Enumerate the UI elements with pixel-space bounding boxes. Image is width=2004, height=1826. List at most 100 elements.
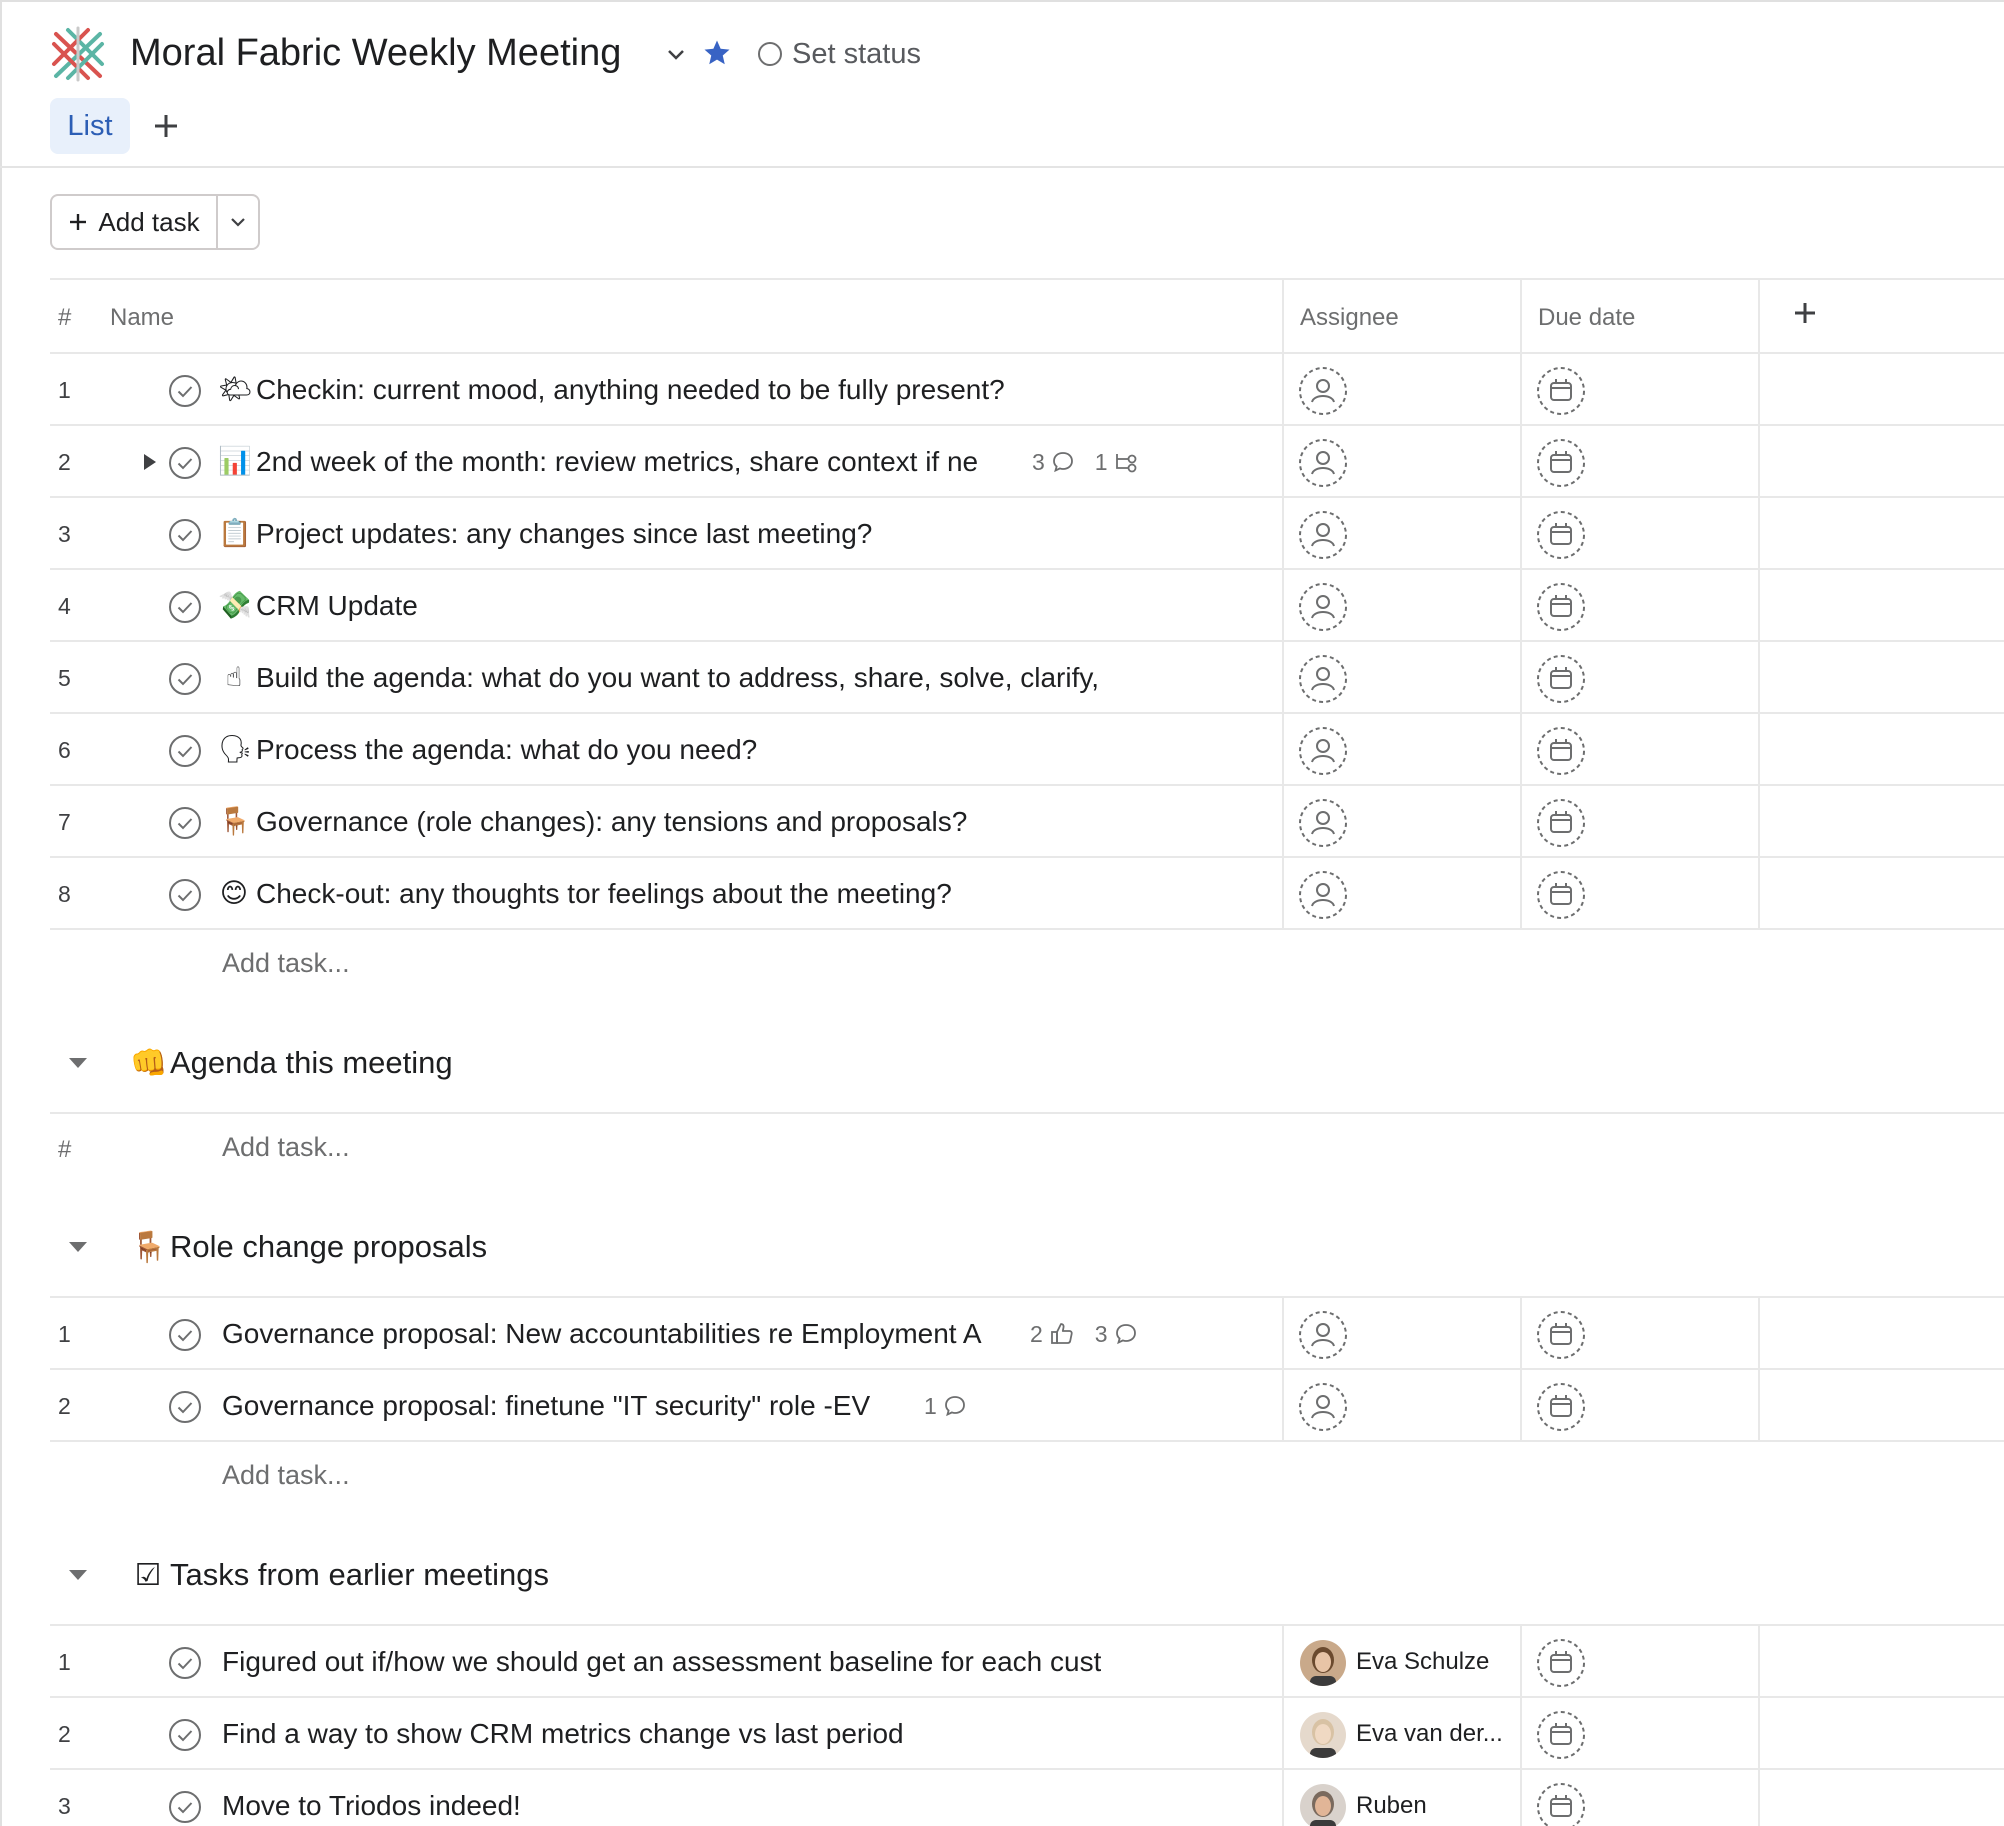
set-status-button[interactable]: Set status: [758, 36, 921, 72]
calendar-icon[interactable]: [1536, 438, 1586, 488]
section-title[interactable]: Agenda this meeting: [170, 1045, 453, 1081]
like-icon: [1050, 1323, 1073, 1344]
task-name[interactable]: CRM Update: [256, 570, 418, 642]
assignee-placeholder-icon[interactable]: [1298, 510, 1348, 560]
add-tab-icon[interactable]: [150, 110, 182, 142]
star-icon[interactable]: [702, 38, 732, 68]
subtask-count: 1: [1094, 448, 1108, 475]
complete-check-icon[interactable]: [168, 518, 202, 552]
table-row[interactable]: 3 Move to Triodos indeed! Ruben: [50, 1770, 2004, 1826]
task-name[interactable]: Find a way to show CRM metrics change vs…: [222, 1698, 904, 1770]
table-row[interactable]: 1 🌤 Checkin: current mood, anything needed…: [50, 354, 2004, 426]
section-header-agenda[interactable]: 👊 Agenda this meeting: [50, 1033, 453, 1093]
assignee-placeholder-icon[interactable]: [1298, 438, 1348, 488]
table-row[interactable]: 1 Governance proposal: New accountabiliti…: [50, 1298, 2004, 1370]
tab-list[interactable]: List: [50, 98, 130, 154]
row-number: 2: [58, 1393, 71, 1419]
task-name[interactable]: 2nd week of the month: review metrics, s…: [256, 426, 978, 498]
task-name[interactable]: Governance (role changes): any tensions …: [256, 786, 967, 858]
avatar[interactable]: [1300, 1712, 1346, 1758]
assignee-name[interactable]: Eva Schulze: [1356, 1626, 1489, 1698]
complete-check-icon[interactable]: [168, 662, 202, 696]
assignee-placeholder-icon[interactable]: [1298, 1310, 1348, 1360]
complete-check-icon[interactable]: [168, 1318, 202, 1352]
complete-check-icon[interactable]: [168, 1390, 202, 1424]
calendar-icon[interactable]: [1536, 798, 1586, 848]
task-name[interactable]: Check-out: any thoughts tor feelings abo…: [256, 858, 952, 930]
table-row[interactable]: 5 ☝ Build the agenda: what do you want to …: [50, 642, 2004, 714]
project-title[interactable]: Moral Fabric Weekly Meeting: [130, 32, 621, 75]
complete-check-icon[interactable]: [168, 806, 202, 840]
add-task-link[interactable]: Add task...: [222, 1132, 350, 1163]
task-name[interactable]: Checkin: current mood, anything needed t…: [256, 354, 1005, 426]
add-task-dropdown-button[interactable]: [218, 196, 258, 248]
assignee-name[interactable]: Ruben: [1356, 1770, 1427, 1826]
add-task-button[interactable]: Add task: [52, 196, 218, 248]
avatar[interactable]: [1300, 1640, 1346, 1686]
avatar[interactable]: [1300, 1784, 1346, 1826]
table-row[interactable]: 4 💸 CRM Update: [50, 570, 2004, 642]
task-name[interactable]: Process the agenda: what do you need?: [256, 714, 757, 786]
complete-check-icon[interactable]: [168, 446, 202, 480]
task-name[interactable]: Project updates: any changes since last …: [256, 498, 872, 570]
calendar-icon[interactable]: [1536, 1310, 1586, 1360]
add-column-icon[interactable]: [1792, 300, 1818, 326]
section-emoji: ☑: [134, 1557, 162, 1593]
caret-down-icon[interactable]: [66, 1051, 90, 1075]
caret-down-icon[interactable]: [66, 1235, 90, 1259]
calendar-icon[interactable]: [1536, 1638, 1586, 1688]
section-header-earlier-tasks[interactable]: ☑ Tasks from earlier meetings: [50, 1545, 549, 1605]
table-row[interactable]: 8 😊 Check-out: any thoughts tor feelings a…: [50, 858, 2004, 930]
column-header-due-date[interactable]: Due date: [1538, 304, 1635, 332]
assignee-placeholder-icon[interactable]: [1298, 798, 1348, 848]
calendar-icon[interactable]: [1536, 654, 1586, 704]
chevron-down-icon[interactable]: [664, 42, 688, 66]
calendar-icon[interactable]: [1536, 510, 1586, 560]
calendar-icon[interactable]: [1536, 1710, 1586, 1760]
table-row[interactable]: 2 Find a way to show CRM metrics change v…: [50, 1698, 2004, 1770]
complete-check-icon[interactable]: [168, 1646, 202, 1680]
section-title[interactable]: Role change proposals: [170, 1229, 487, 1265]
complete-check-icon[interactable]: [168, 590, 202, 624]
task-name[interactable]: Figured out if/how we should get an asse…: [222, 1626, 1101, 1698]
add-task-link[interactable]: Add task...: [222, 948, 350, 979]
section-title[interactable]: Tasks from earlier meetings: [170, 1557, 549, 1593]
table-row[interactable]: 2 📊 2nd week of the month: review metrics,…: [50, 426, 2004, 498]
assignee-name[interactable]: Eva van der...: [1356, 1698, 1503, 1770]
assignee-placeholder-icon[interactable]: [1298, 1382, 1348, 1432]
calendar-icon[interactable]: [1536, 582, 1586, 632]
caret-down-icon[interactable]: [66, 1563, 90, 1587]
complete-check-icon[interactable]: [168, 734, 202, 768]
task-name[interactable]: Build the agenda: what do you want to ad…: [256, 642, 1099, 714]
calendar-icon[interactable]: [1536, 726, 1586, 776]
comment-count: 3: [1094, 1320, 1108, 1347]
assignee-placeholder-icon[interactable]: [1298, 366, 1348, 416]
calendar-icon[interactable]: [1536, 366, 1586, 416]
complete-check-icon[interactable]: [168, 1718, 202, 1752]
calendar-icon[interactable]: [1536, 870, 1586, 920]
complete-check-icon[interactable]: [168, 1790, 202, 1824]
calendar-icon[interactable]: [1536, 1382, 1586, 1432]
complete-check-icon[interactable]: [168, 878, 202, 912]
row-number: 1: [58, 377, 71, 403]
table-row[interactable]: 3 📋 Project updates: any changes since las…: [50, 498, 2004, 570]
column-header-assignee[interactable]: Assignee: [1300, 304, 1399, 332]
assignee-placeholder-icon[interactable]: [1298, 870, 1348, 920]
section-header-role-change[interactable]: 🪑 Role change proposals: [50, 1217, 487, 1277]
column-header-name[interactable]: Name: [110, 304, 174, 332]
calendar-icon[interactable]: [1536, 1782, 1586, 1826]
table-row[interactable]: 1 Figured out if/how we should get an ass…: [50, 1626, 2004, 1698]
table-row[interactable]: 2 Governance proposal: finetune "IT secur…: [50, 1370, 2004, 1442]
assignee-placeholder-icon[interactable]: [1298, 654, 1348, 704]
expand-triangle-icon[interactable]: [138, 450, 160, 474]
assignee-placeholder-icon[interactable]: [1298, 726, 1348, 776]
table-row[interactable]: 7 🪑 Governance (role changes): any tension…: [50, 786, 2004, 858]
add-task-link[interactable]: Add task...: [222, 1460, 350, 1491]
table-row[interactable]: 6 🗣 Process the agenda: what do you need?: [50, 714, 2004, 786]
assignee-placeholder-icon[interactable]: [1298, 582, 1348, 632]
task-name[interactable]: Move to Triodos indeed!: [222, 1770, 521, 1826]
task-emoji: 😊: [219, 878, 249, 909]
complete-check-icon[interactable]: [168, 374, 202, 408]
task-name[interactable]: Governance proposal: finetune "IT securi…: [222, 1370, 870, 1442]
task-name[interactable]: Governance proposal: New accountabilitie…: [222, 1298, 982, 1370]
